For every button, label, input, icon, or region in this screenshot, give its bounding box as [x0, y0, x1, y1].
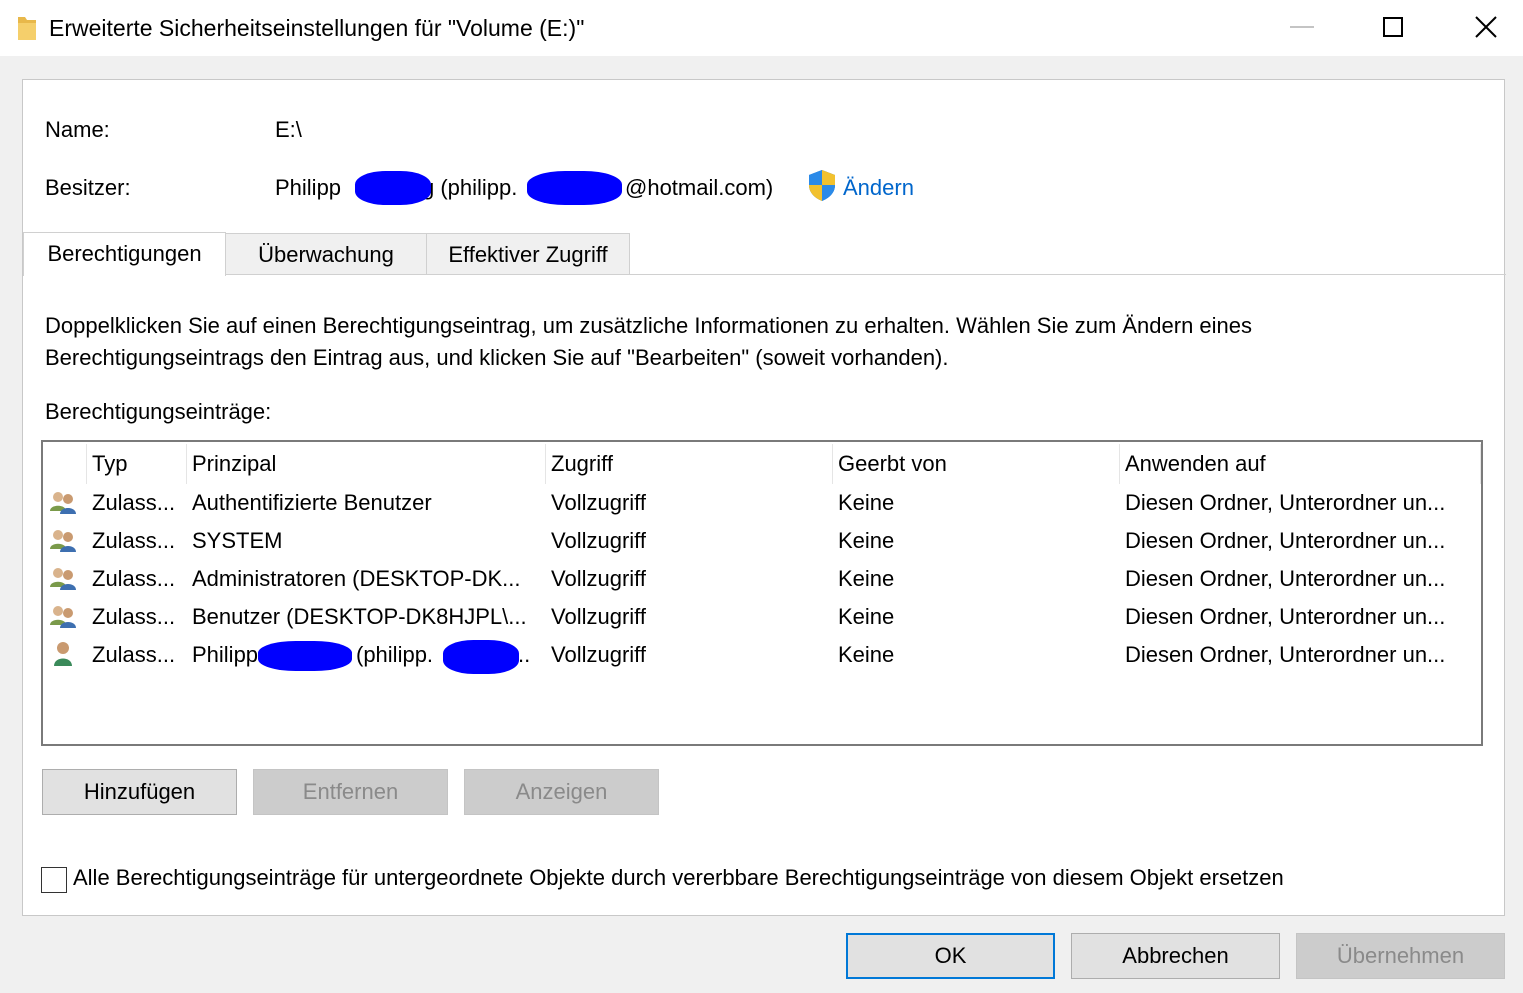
column-separator: [832, 444, 833, 484]
column-separator: [1119, 444, 1120, 484]
owner-label: Besitzer:: [45, 175, 131, 200]
type-cell: Zulass...: [92, 642, 176, 667]
principal-cell-part3: ..: [518, 642, 531, 667]
title-bar: Erweiterte Sicherheitseinstellungen für …: [0, 0, 1523, 56]
inherited-cell: Keine: [838, 642, 895, 667]
principal-cell: Benutzer (DESKTOP-DK8HJPL\...: [192, 604, 527, 629]
replace-child-permissions-label[interactable]: Alle Berechtigungseinträge für untergeor…: [73, 865, 1284, 891]
inherited-cell: Keine: [838, 566, 895, 591]
folder-icon: [18, 17, 36, 40]
entries-label: Berechtigungseinträge:: [45, 399, 272, 424]
tab-ueberwachung[interactable]: Überwachung: [225, 233, 427, 274]
access-cell: Vollzugriff: [551, 490, 646, 515]
column-separator: [186, 444, 187, 484]
column-header-principal[interactable]: Prinzipal: [192, 442, 276, 484]
description-line-1: Doppelklicken Sie auf einen Berechtigung…: [45, 313, 1253, 338]
redaction-mark: [527, 171, 622, 205]
principal-cell-part1: Philipp: [192, 642, 259, 667]
minimize-icon: [1290, 26, 1314, 28]
window-title: Erweiterte Sicherheitseinstellungen für …: [49, 15, 585, 41]
applies-to-cell: Diesen Ordner, Unterordner un...: [1125, 490, 1446, 515]
inherited-cell: Keine: [838, 604, 895, 629]
owner-name-part1: Philipp: [275, 175, 342, 200]
close-icon: [1475, 16, 1497, 38]
permission-entries-list[interactable]: Typ Prinzipal Zugriff Geerbt von Anwende…: [41, 440, 1483, 746]
group-icon: [50, 568, 76, 590]
principal-cell: SYSTEM: [192, 528, 283, 553]
access-cell: Vollzugriff: [551, 566, 646, 591]
maximize-button[interactable]: [1348, 0, 1440, 56]
ok-button[interactable]: OK: [846, 933, 1055, 979]
applies-to-cell: Diesen Ordner, Unterordner un...: [1125, 528, 1446, 553]
group-icon: [50, 492, 76, 514]
remove-button[interactable]: Entfernen: [253, 769, 448, 815]
column-header-type[interactable]: Typ: [92, 442, 127, 484]
applies-to-cell: Diesen Ordner, Unterordner un...: [1125, 642, 1446, 667]
group-icon: [50, 530, 76, 552]
change-owner-link[interactable]: Ändern: [843, 175, 914, 201]
redaction-mark: [443, 640, 519, 674]
tab-effektiver-zugriff[interactable]: Effektiver Zugriff: [426, 233, 630, 274]
view-button[interactable]: Anzeigen: [464, 769, 659, 815]
close-button[interactable]: [1440, 0, 1523, 56]
principal-cell-part2: (philipp.: [356, 642, 434, 667]
tab-strip-divider: [23, 274, 1506, 275]
column-separator: [1480, 444, 1481, 484]
type-cell: Zulass...: [92, 604, 176, 629]
access-cell: Vollzugriff: [551, 604, 646, 629]
description-line-2: Berechtigungseintrags den Eintrag aus, u…: [45, 345, 949, 370]
apply-button[interactable]: Übernehmen: [1296, 933, 1505, 979]
name-value: E:\: [275, 117, 302, 142]
group-icon: [50, 606, 76, 628]
user-icon: [54, 642, 72, 666]
name-label: Name:: [45, 117, 110, 142]
applies-to-cell: Diesen Ordner, Unterordner un...: [1125, 566, 1446, 591]
inherited-cell: Keine: [838, 490, 895, 515]
principal-cell: Administratoren (DESKTOP-DK...: [192, 566, 521, 591]
maximize-icon: [1383, 17, 1403, 37]
applies-to-cell: Diesen Ordner, Unterordner un...: [1125, 604, 1446, 629]
cancel-button[interactable]: Abbrechen: [1071, 933, 1280, 979]
inherited-cell: Keine: [838, 528, 895, 553]
redaction-mark: [355, 171, 431, 205]
principal-cell: Authentifizierte Benutzer: [192, 490, 432, 515]
owner-email-domain: @hotmail.com): [625, 175, 774, 200]
access-cell: Vollzugriff: [551, 528, 646, 553]
redaction-mark: [258, 641, 352, 671]
uac-shield-icon: [809, 170, 835, 201]
tab-berechtigungen[interactable]: Berechtigungen: [23, 232, 226, 276]
column-header-access[interactable]: Zugriff: [551, 442, 613, 484]
owner-name-part2: g (philipp.: [422, 175, 518, 200]
replace-child-permissions-checkbox[interactable]: [41, 867, 67, 893]
column-separator: [545, 444, 546, 484]
type-cell: Zulass...: [92, 490, 176, 515]
column-separator: [86, 444, 87, 484]
access-cell: Vollzugriff: [551, 642, 646, 667]
type-cell: Zulass...: [92, 566, 176, 591]
column-header-applies-to[interactable]: Anwenden auf: [1125, 442, 1266, 484]
minimize-button[interactable]: [1256, 0, 1348, 56]
add-button[interactable]: Hinzufügen: [42, 769, 237, 815]
column-header-inherited-from[interactable]: Geerbt von: [838, 442, 947, 484]
type-cell: Zulass...: [92, 528, 176, 553]
